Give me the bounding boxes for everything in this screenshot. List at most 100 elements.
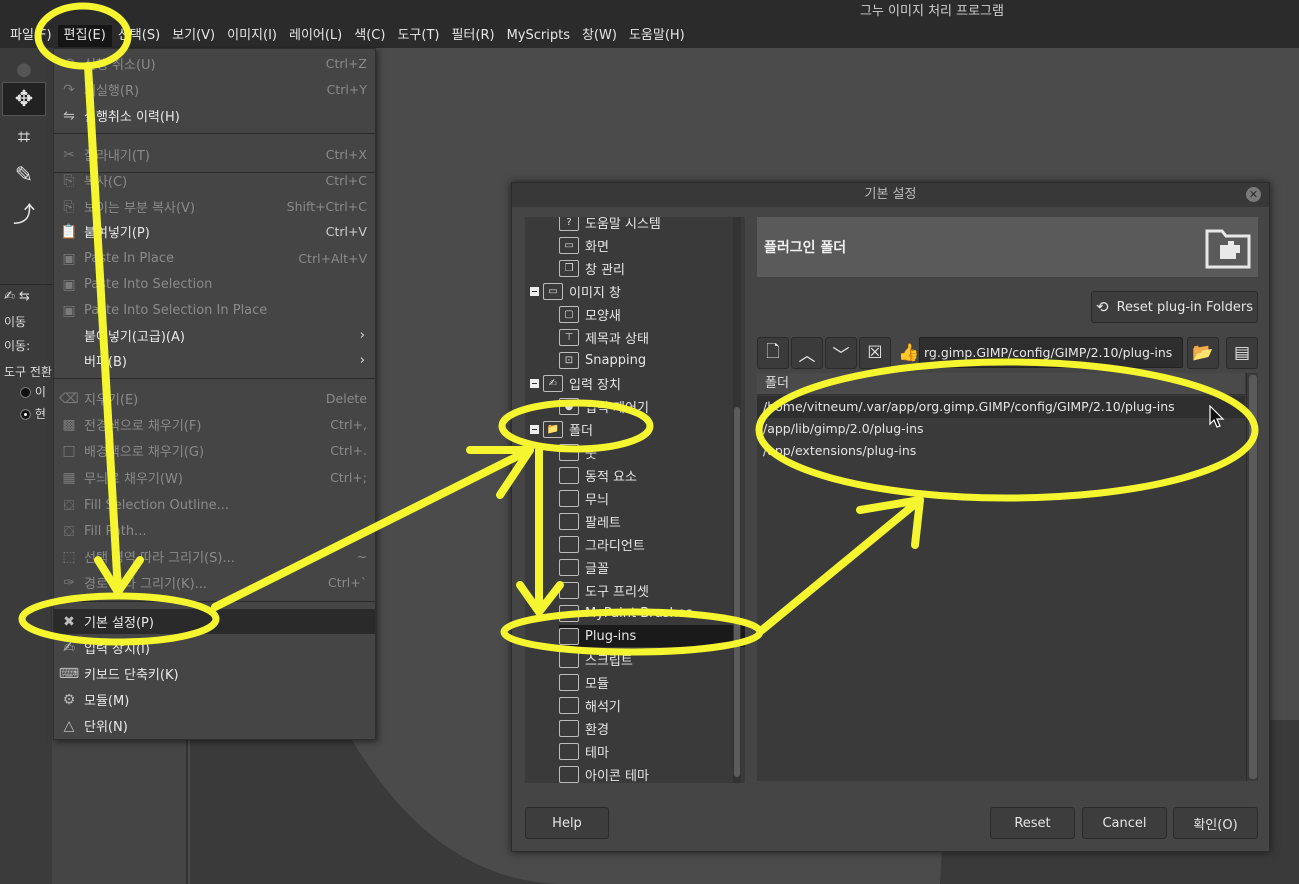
- crop-tool-icon[interactable]: ⌗: [2, 120, 46, 154]
- edit-menu-item[interactable]: ▣ Paste Into Selection In Place: [54, 298, 375, 323]
- tree-item[interactable]: Plug-ins: [559, 625, 745, 647]
- edit-menu-item[interactable]: ⚙ 모듈(M): [54, 687, 375, 712]
- tree-item[interactable]: 아이콘 테마: [559, 763, 649, 783]
- edit-menu-item[interactable]: ✑ 경로 따라 그리기(K)... Ctrl+`: [54, 570, 375, 595]
- edit-menu-item[interactable]: △ 단위(N): [54, 713, 375, 738]
- menu-item[interactable]: 색(C): [348, 25, 391, 47]
- edit-menu-item[interactable]: ⇋ 실행취소 이력(H): [54, 103, 375, 128]
- tree-item[interactable]: ▭ 이미지 창: [543, 280, 621, 302]
- edit-menu-item[interactable]: ▦ 무늬로 채우기(W) Ctrl+;: [54, 465, 375, 490]
- tree-scrollbar[interactable]: [733, 217, 741, 783]
- menu-item[interactable]: 이미지(I): [221, 25, 283, 47]
- edit-menu-item[interactable]: 붙여넣기(고급)(A) ›: [54, 323, 375, 348]
- menu-separator: [54, 601, 375, 602]
- folder-list-row[interactable]: /app/lib/gimp/2.0/plug-ins: [757, 418, 1245, 440]
- folder-list-row[interactable]: /home/vitneum/.var/app/org.gimp.GIMP/con…: [757, 396, 1245, 418]
- delete-folder-button[interactable]: ☒: [859, 337, 891, 369]
- warp-tool-icon[interactable]: ⤴: [2, 196, 46, 230]
- collapse-toggle-icon[interactable]: [530, 379, 539, 388]
- menu-item[interactable]: 선택(S): [112, 25, 166, 47]
- tree-scrollbar-thumb[interactable]: [734, 407, 740, 777]
- radio-option-2[interactable]: 현: [20, 405, 46, 422]
- tree-item[interactable]: MyPaint Brushes: [559, 602, 693, 624]
- paintbrush-tool-icon[interactable]: ✎: [2, 158, 46, 192]
- menu-item[interactable]: 필터(R): [445, 25, 500, 47]
- tree-item[interactable]: 동적 요소: [559, 464, 637, 486]
- edit-menu-item[interactable]: ✖ 기본 설정(P): [54, 609, 375, 634]
- move-down-button[interactable]: ﹀: [825, 337, 857, 369]
- menu-item[interactable]: 파일(F): [4, 25, 58, 47]
- edit-menu-item[interactable]: 📋 붙여넣기(P) Ctrl+V: [54, 219, 375, 244]
- chevron-down-icon: ﹀: [832, 345, 850, 366]
- edit-menu-item[interactable]: □ 배경색으로 채우기(G) Ctrl+.: [54, 438, 375, 463]
- edit-menu-item[interactable]: ▣ Paste Into Selection: [54, 272, 375, 297]
- reset-plugin-folders-button[interactable]: ⟲ Reset plug-in Folders: [1091, 291, 1258, 323]
- cancel-button[interactable]: Cancel: [1082, 807, 1167, 839]
- edit-menu-item-label: 선택 영역 따라 그리기(S)...: [84, 551, 235, 566]
- close-icon[interactable]: ✕: [1246, 187, 1261, 202]
- folder-list-scrollbar-thumb[interactable]: [1249, 375, 1257, 779]
- edit-menu-item[interactable]: ⛋ Fill Selection Outline...: [54, 493, 375, 518]
- edit-menu-item[interactable]: ▩ 전경색으로 채우기(F) Ctrl+,: [54, 412, 375, 437]
- tree-item[interactable]: 테마: [559, 740, 609, 762]
- move-up-button[interactable]: ︿: [791, 337, 823, 369]
- tree-item[interactable]: 도구 프리셋: [559, 579, 649, 601]
- edit-menu-item[interactable]: 버퍼(B) ›: [54, 348, 375, 373]
- display-icon: ▭: [559, 236, 579, 254]
- menu-item[interactable]: MyScripts: [501, 25, 576, 47]
- edit-menu-item[interactable]: ▣ Paste In Place Ctrl+Alt+V: [54, 246, 375, 271]
- tree-item[interactable]: ❐ 창 관리: [559, 257, 625, 279]
- edit-menu-item[interactable]: ⌨ 키보드 단축키(K): [54, 661, 375, 686]
- edit-menu-item[interactable]: ⎘ 복사(C) Ctrl+C: [54, 168, 375, 193]
- tree-item[interactable]: ▭ 화면: [559, 234, 609, 256]
- tree-item[interactable]: ✍ 입력 장치: [543, 372, 621, 394]
- edit-menu-item[interactable]: ↶ 실행 취소(U) Ctrl+Z: [54, 51, 375, 76]
- menu-item[interactable]: 레이어(L): [283, 25, 348, 47]
- tree-item[interactable]: 해석기: [559, 694, 621, 716]
- edit-menu-item[interactable]: ⛋ Fill Path...: [54, 519, 375, 544]
- folder-list-scrollbar[interactable]: [1246, 373, 1258, 781]
- tree-item[interactable]: 팔레트: [559, 510, 621, 532]
- tree-item[interactable]: ● 입력 제어기: [559, 395, 649, 417]
- edit-menu-item[interactable]: ↷ 재실행(R) Ctrl+Y: [54, 77, 375, 102]
- menu-item[interactable]: 편집(E): [57, 25, 112, 47]
- folder-path-input[interactable]: rg.gimp.GIMP/config/GIMP/2.10/plug-ins: [919, 337, 1183, 368]
- move-tool-icon[interactable]: ✥: [2, 82, 46, 116]
- gradients-folder-icon: [559, 535, 579, 553]
- tree-item[interactable]: 모듈: [559, 671, 609, 693]
- tree-item[interactable]: ? 도움말 시스템: [559, 217, 661, 233]
- tree-item[interactable]: 붓: [559, 441, 597, 463]
- folder-list-header[interactable]: 폴더: [757, 373, 1245, 395]
- tree-item[interactable]: 환경: [559, 717, 609, 739]
- tree-item[interactable]: 그라디언트: [559, 533, 645, 555]
- reset-button[interactable]: Reset: [990, 807, 1075, 839]
- edit-menu-item[interactable]: ⌫ 지우기(E) Delete: [54, 386, 375, 411]
- new-folder-button[interactable]: 🗋: [757, 337, 789, 369]
- menu-item[interactable]: 도구(T): [391, 25, 445, 47]
- edit-menu-item-shortcut: Ctrl+V: [325, 224, 367, 239]
- tree-item[interactable]: 글꼴: [559, 556, 609, 578]
- tree-item[interactable]: ⊡ Snapping: [559, 349, 646, 371]
- ok-button[interactable]: 확인(O): [1173, 807, 1258, 839]
- browse-folder-button[interactable]: 📂: [1187, 337, 1219, 369]
- edit-menu-item[interactable]: ✂ 잘라내기(T) Ctrl+X: [54, 142, 375, 167]
- tree-item[interactable]: 스크립트: [559, 648, 633, 670]
- collapse-toggle-icon[interactable]: [530, 425, 539, 434]
- file-chooser-button[interactable]: ▤: [1226, 337, 1258, 369]
- tree-item[interactable]: ⊤ 제목과 상태: [559, 326, 649, 348]
- edit-menu-item[interactable]: ⬚ 선택 영역 따라 그리기(S)... ~: [54, 544, 375, 569]
- menu-item[interactable]: 창(W): [576, 25, 623, 47]
- tool-options-tabs[interactable]: ✍ ⇆: [4, 289, 30, 304]
- help-button[interactable]: Help: [525, 807, 609, 839]
- collapse-toggle-icon[interactable]: [530, 287, 539, 296]
- folder-list-row[interactable]: /app/extensions/plug-ins: [757, 440, 1245, 462]
- edit-menu-item[interactable]: ⎘ 보이는 부분 복사(V) Shift+Ctrl+C: [54, 194, 375, 219]
- edit-menu-item-label: 실행취소 이력(H): [84, 110, 180, 125]
- tree-item[interactable]: 무늬: [559, 487, 609, 509]
- tree-item[interactable]: 📁 폴더: [543, 418, 593, 440]
- edit-menu-item[interactable]: ✍ 입력 장치(I): [54, 635, 375, 660]
- tree-item[interactable]: ▢ 모양새: [559, 303, 621, 325]
- radio-option-1[interactable]: 이: [20, 383, 46, 400]
- menu-item[interactable]: 도움말(H): [623, 25, 691, 47]
- menu-item[interactable]: 보기(V): [166, 25, 221, 47]
